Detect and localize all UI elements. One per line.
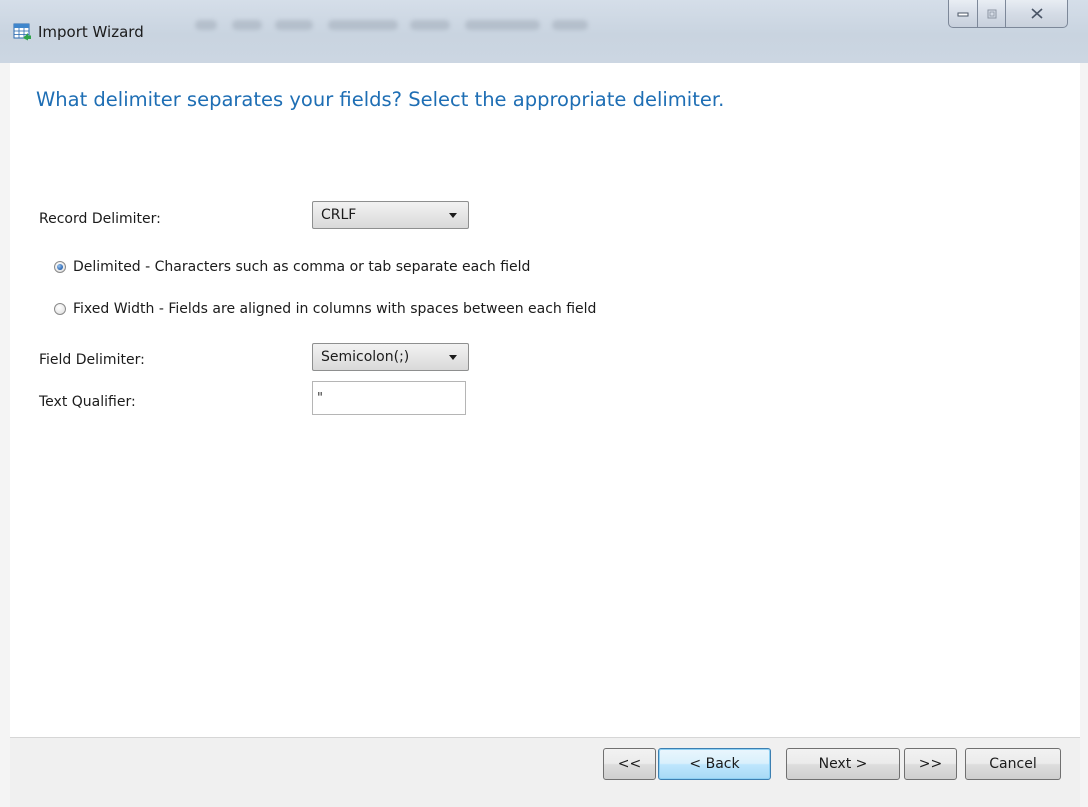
field-delimiter-value: Semicolon(;) — [321, 349, 410, 365]
title-bar[interactable]: Import Wizard — [0, 0, 1088, 63]
minimize-button[interactable] — [948, 0, 978, 28]
table-import-icon — [13, 23, 31, 41]
maximize-button[interactable] — [978, 0, 1006, 28]
text-qualifier-input[interactable] — [312, 381, 466, 415]
record-delimiter-select[interactable]: CRLF — [312, 201, 469, 229]
close-icon — [1030, 8, 1043, 19]
dropdown-arrow-icon — [449, 354, 457, 360]
window-left-edge — [0, 63, 10, 807]
last-page-button[interactable]: >> — [904, 748, 957, 780]
text-qualifier-label: Text Qualifier: — [39, 394, 136, 410]
radio-fixed-width-label: Fixed Width - Fields are aligned in colu… — [73, 301, 597, 317]
cancel-button[interactable]: Cancel — [965, 748, 1061, 780]
radio-button-checked[interactable] — [54, 261, 66, 273]
dropdown-arrow-icon — [449, 212, 457, 218]
wizard-content: What delimiter separates your fields? Se… — [10, 63, 1080, 737]
field-delimiter-label: Field Delimiter: — [39, 352, 145, 368]
record-delimiter-value: CRLF — [321, 207, 357, 223]
window-right-edge — [1080, 63, 1088, 807]
radio-button-unchecked[interactable] — [54, 303, 66, 315]
minimize-icon — [957, 12, 969, 16]
close-button[interactable] — [1006, 0, 1068, 28]
window-controls — [948, 0, 1068, 36]
import-wizard-window: Import Wizard What delimiter separates y… — [0, 0, 1088, 807]
first-page-button[interactable]: << — [603, 748, 656, 780]
radio-delimited[interactable]: Delimited - Characters such as comma or … — [54, 259, 530, 275]
record-delimiter-label: Record Delimiter: — [39, 211, 161, 227]
field-delimiter-select[interactable]: Semicolon(;) — [312, 343, 469, 371]
maximize-icon — [987, 9, 996, 18]
radio-delimited-label: Delimited - Characters such as comma or … — [73, 259, 531, 275]
back-button[interactable]: < Back — [658, 748, 771, 780]
window-title: Import Wizard — [38, 23, 144, 41]
radio-fixed-width[interactable]: Fixed Width - Fields are aligned in colu… — [54, 301, 596, 317]
page-heading: What delimiter separates your fields? Se… — [36, 88, 725, 111]
next-button[interactable]: Next > — [786, 748, 900, 780]
wizard-footer: << < Back Next > >> Cancel — [10, 737, 1080, 807]
